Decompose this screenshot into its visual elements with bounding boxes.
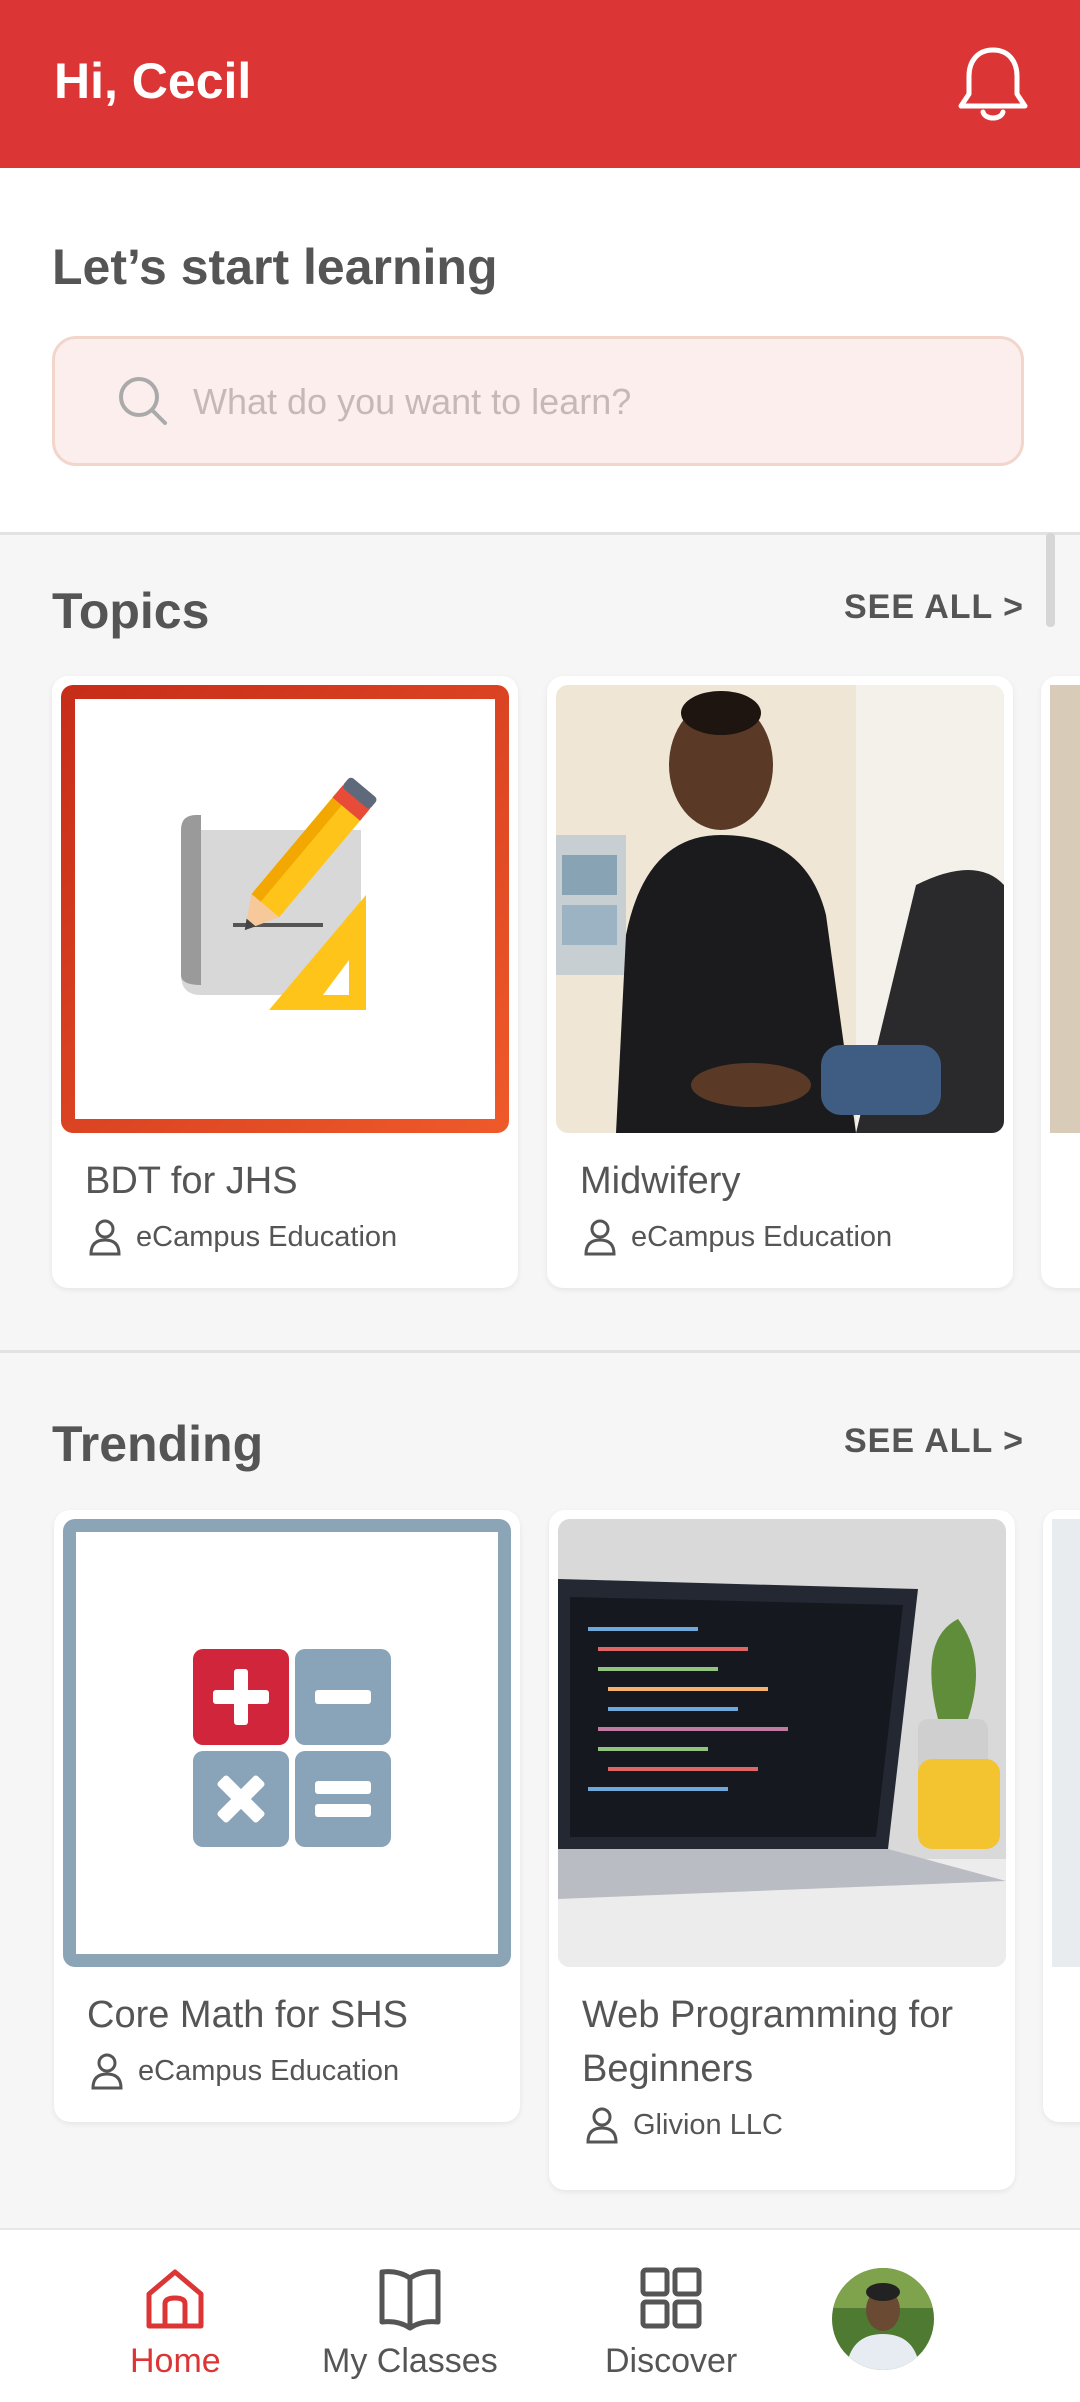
nav-my-classes-label: My Classes bbox=[322, 2342, 498, 2380]
bottom-navigation: Home My Classes Discover bbox=[0, 2228, 1080, 2402]
divider bbox=[0, 1350, 1080, 1353]
topic-thumbnail bbox=[61, 685, 509, 1133]
trending-title: Trending bbox=[52, 1416, 264, 1472]
trending-card-web-programming[interactable]: Web Programming for Beginners Glivion LL… bbox=[549, 1510, 1015, 2190]
course-author: Glivion LLC bbox=[585, 2106, 783, 2144]
nav-my-classes[interactable]: My Classes bbox=[322, 2264, 498, 2381]
grid-icon bbox=[640, 2267, 702, 2329]
topic-name: BDT for JHS bbox=[85, 1160, 298, 1202]
topic-author: eCampus Education bbox=[583, 1218, 892, 1256]
book-icon bbox=[379, 2269, 441, 2331]
laptop-code-photo bbox=[558, 1519, 1006, 1967]
course-name: Core Math for SHS bbox=[87, 1994, 408, 2036]
nav-home-label: Home bbox=[130, 2342, 221, 2380]
nav-home[interactable]: Home bbox=[130, 2264, 221, 2381]
topics-see-all-link[interactable]: SEE ALL > bbox=[844, 588, 1024, 627]
divider bbox=[0, 532, 1080, 535]
home-icon bbox=[146, 2269, 204, 2329]
topic-photo bbox=[556, 685, 1004, 1133]
search-bar[interactable] bbox=[52, 336, 1024, 466]
scrollbar-thumb[interactable] bbox=[1046, 533, 1055, 627]
user-icon bbox=[89, 1219, 121, 1256]
app-header: Hi, Cecil bbox=[0, 0, 1080, 168]
greeting-text: Hi, Cecil bbox=[54, 53, 252, 109]
search-icon bbox=[119, 377, 167, 425]
drafting-tools-icon bbox=[61, 685, 509, 1133]
author-name: Glivion LLC bbox=[633, 2108, 783, 2141]
trending-see-all-link[interactable]: SEE ALL > bbox=[844, 1422, 1024, 1461]
profile-avatar[interactable] bbox=[832, 2268, 934, 2370]
user-icon bbox=[584, 1219, 616, 1256]
course-thumbnail bbox=[63, 1519, 511, 1967]
topic-photo-partial bbox=[1050, 685, 1080, 1133]
trending-card-partial[interactable] bbox=[1043, 1510, 1080, 2122]
nav-discover[interactable]: Discover bbox=[605, 2264, 737, 2381]
topic-name: Midwifery bbox=[580, 1160, 741, 1202]
topic-card-bdt[interactable]: BDT for JHS eCampus Education bbox=[52, 676, 518, 1288]
topic-card-partial[interactable] bbox=[1041, 676, 1080, 1288]
search-input[interactable] bbox=[191, 363, 975, 441]
midwife-photo bbox=[556, 685, 1004, 1133]
notification-bell-icon[interactable] bbox=[955, 44, 1031, 124]
author-name: eCampus Education bbox=[631, 1220, 893, 1253]
topic-card-midwifery[interactable]: Midwifery eCampus Education bbox=[547, 676, 1013, 1288]
calculator-icon bbox=[63, 1519, 511, 1967]
course-photo-partial bbox=[1052, 1519, 1080, 1967]
user-icon bbox=[91, 2053, 123, 2090]
page-title: Let’s start learning bbox=[52, 239, 498, 295]
nav-discover-label: Discover bbox=[605, 2342, 738, 2380]
course-photo bbox=[558, 1519, 1006, 1967]
user-icon bbox=[586, 2107, 618, 2144]
intro-section: Let’s start learning bbox=[0, 168, 1080, 532]
avatar-photo bbox=[832, 2268, 934, 2370]
topics-title: Topics bbox=[52, 583, 210, 639]
course-name: Web Programming for Beginners bbox=[582, 1994, 953, 2090]
trending-card-core-math[interactable]: Core Math for SHS eCampus Education bbox=[54, 1510, 520, 2122]
author-name: eCampus Education bbox=[138, 2054, 400, 2087]
author-name: eCampus Education bbox=[136, 1220, 398, 1253]
course-author: eCampus Education bbox=[90, 2052, 399, 2090]
topic-author: eCampus Education bbox=[88, 1218, 397, 1256]
